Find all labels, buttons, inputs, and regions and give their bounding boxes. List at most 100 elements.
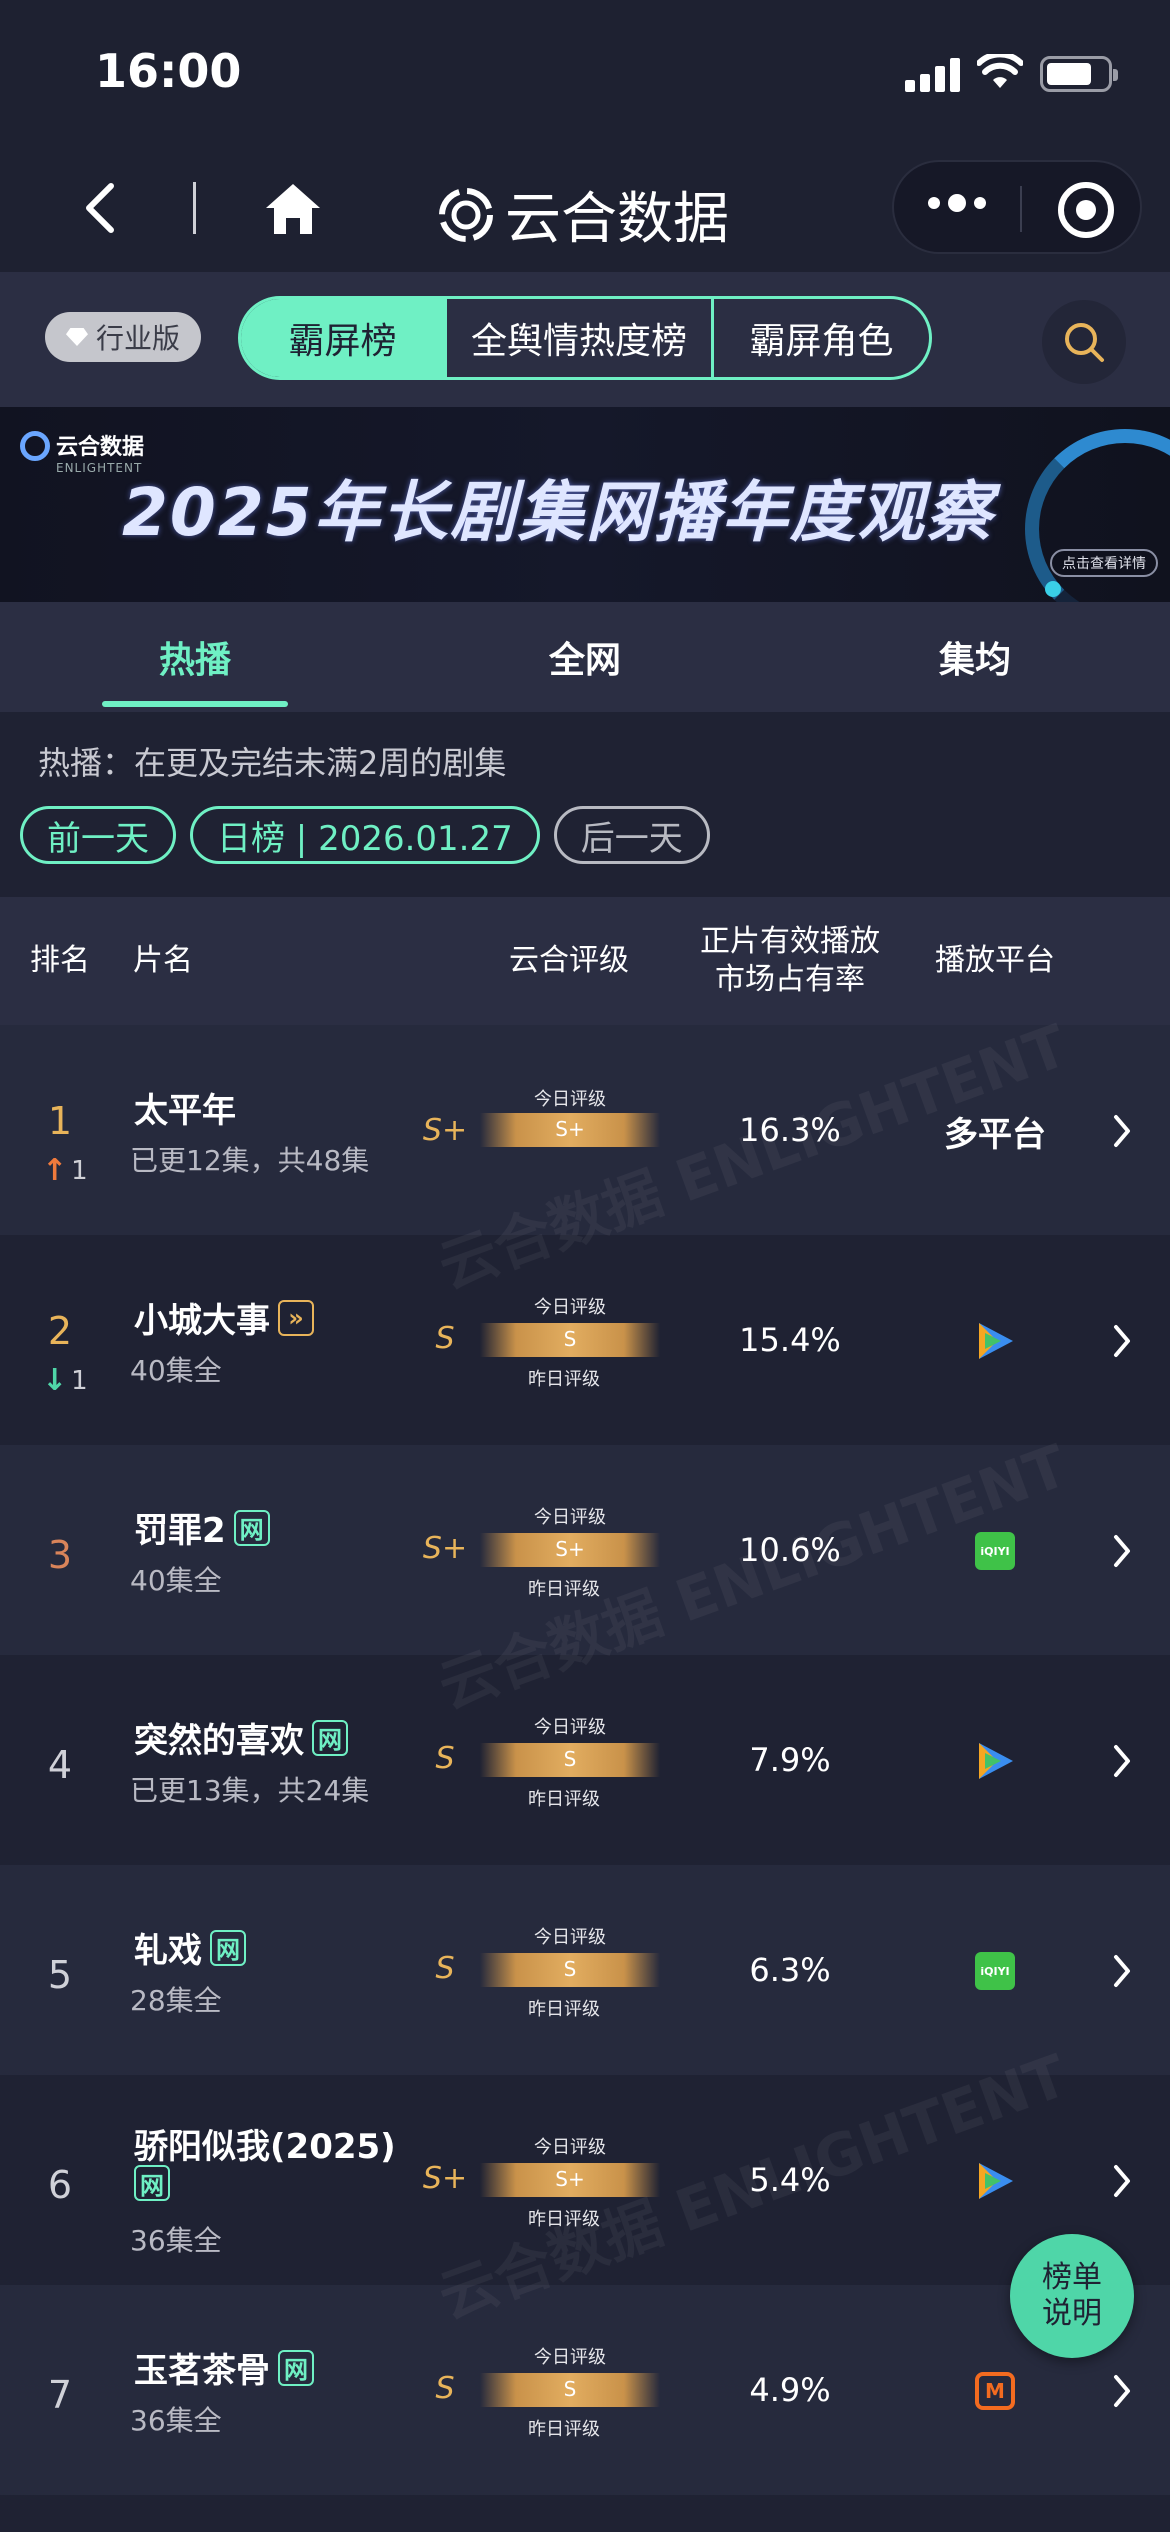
table-row[interactable]: 2 ↓ 1 小城大事» 40集全 S 今日评级 S 昨日评级 15.4% [0, 1235, 1170, 1445]
grade-today-caption: 今日评级 [534, 1089, 606, 1110]
banner-title: 2025年长剧集网播年度观察 [122, 474, 994, 551]
ranking-note: 热播：在更及完结未满2周的剧集 [38, 744, 507, 782]
rank-trend: ↓ 1 [42, 1363, 88, 1398]
date-nav: 前一天 日榜 | 2026.01.27 后一天 [20, 806, 710, 864]
brand-logo-icon [439, 187, 493, 242]
nav-bar: 云合数据 [0, 150, 1170, 272]
iqiyi-icon: iQIYI [975, 1952, 1015, 1990]
grade-label: S [435, 2371, 455, 2406]
drama-title: 玉茗茶骨 [134, 2351, 270, 2391]
platform-cell: M [920, 2367, 1070, 2415]
platform-cell [920, 1317, 1070, 1365]
ranking-explanation-button[interactable]: 榜单 说明 [1010, 2234, 1134, 2358]
rank-trend: ↑ 1 [42, 1153, 88, 1188]
arrow-down-icon: ↓ [42, 1363, 68, 1398]
grade-bar: S [480, 2373, 660, 2407]
table-row[interactable]: 4 突然的喜欢网已更13集，共24集 S 今日评级 S 昨日评级 7.9% [0, 1655, 1170, 1865]
col-rating: 云合评级 [509, 943, 629, 978]
grade-bar: S+ [480, 1533, 660, 1567]
rank-number: 5 [47, 1953, 73, 1997]
date-selector[interactable]: 日榜 | 2026.01.27 [190, 806, 540, 864]
grade-yesterday-caption: 昨日评级 [528, 1999, 600, 2020]
brand-logo-icon [20, 431, 50, 461]
episode-status: 已更13集，共24集 [130, 1774, 370, 1807]
episode-status: 已更12集，共48集 [130, 1144, 370, 1177]
episode-status: 40集全 [130, 1354, 222, 1387]
grade-label: S [435, 1951, 455, 1986]
chevron-right-icon[interactable] [1110, 1533, 1134, 1569]
status-bar: 16:00 [0, 0, 1170, 150]
market-share: 6.3% [749, 1951, 831, 1989]
chevron-right-icon[interactable] [1110, 1953, 1134, 1989]
tab-bapingbang[interactable]: 霸屏榜 [241, 299, 447, 377]
market-share: 4.9% [749, 2371, 831, 2409]
mini-program-capsule [892, 160, 1142, 254]
grade-today-caption: 今日评级 [534, 1927, 606, 1948]
toolbar: 行业版 霸屏榜 全舆情热度榜 霸屏角色 [0, 272, 1170, 407]
tab-all-network[interactable]: 全网 [390, 602, 780, 712]
table-row[interactable]: 5 轧戏网 28集全 S 今日评级 S 昨日评级 6.3% iQIYI [0, 1865, 1170, 2075]
platform-cell: iQIYI [920, 1947, 1070, 1995]
status-time: 16:00 [95, 44, 242, 98]
tab-public-opinion[interactable]: 全舆情热度榜 [447, 299, 714, 377]
tencent-video-icon [979, 1323, 1013, 1359]
episode-status: 36集全 [130, 2224, 222, 2257]
search-button[interactable] [1042, 300, 1126, 384]
tencent-video-icon [979, 2163, 1013, 2199]
rank-number: 3 [47, 1533, 73, 1577]
close-mini-program-icon[interactable] [1058, 182, 1114, 238]
home-icon[interactable] [262, 180, 324, 238]
grade-label: S [435, 1321, 455, 1356]
fast-forward-tag-icon: » [278, 1299, 314, 1336]
diamond-icon [65, 328, 88, 346]
rank-number: 2 [47, 1309, 73, 1353]
back-button[interactable] [70, 178, 130, 238]
arrow-up-icon: ↑ [42, 1153, 68, 1188]
drama-title: 突然的喜欢 [134, 1721, 304, 1761]
edition-badge[interactable]: 行业版 [45, 312, 201, 362]
table-row[interactable]: 7 玉茗茶骨网 36集全 S 今日评级 S 昨日评级 4.9% M [0, 2285, 1170, 2495]
promo-banner[interactable]: 云合数据 ENLIGHTENT 2025年长剧集网播年度观察 点击查看详情 [0, 407, 1170, 602]
chevron-right-icon[interactable] [1110, 1113, 1134, 1149]
nav-divider [193, 182, 196, 234]
rank-number: 4 [47, 1743, 73, 1787]
drama-title: 太平年 [134, 1091, 236, 1131]
network-drama-tag: 网 [312, 1719, 348, 1756]
chevron-left-icon [86, 183, 114, 233]
next-day-button[interactable]: 后一天 [553, 806, 710, 864]
chevron-right-icon[interactable] [1110, 1743, 1134, 1779]
wifi-icon [977, 54, 1023, 88]
app-title: 云合数据 [505, 187, 729, 252]
platform-cell [920, 2157, 1070, 2205]
banner-cta[interactable]: 点击查看详情 [1050, 549, 1158, 577]
grade-yesterday-caption: 昨日评级 [528, 1369, 600, 1390]
table-header: 排名 片名 云合评级 正片有效播放 市场占有率 播放平台 [0, 897, 1170, 1025]
grade-label: S+ [422, 2161, 468, 2196]
tab-episode-average[interactable]: 集均 [780, 602, 1170, 712]
chevron-right-icon[interactable] [1110, 2373, 1134, 2409]
drama-title: 轧戏 [134, 1931, 202, 1971]
drama-title: 小城大事 [134, 1301, 270, 1341]
network-drama-tag: 网 [134, 2165, 170, 2201]
grade-today-caption: 今日评级 [534, 2347, 606, 2368]
rank-number: 1 [47, 1099, 73, 1143]
drama-title: 罚罪2 [134, 1511, 226, 1551]
edition-label: 行业版 [95, 322, 180, 355]
tab-hot[interactable]: 热播 [0, 602, 390, 712]
episode-status: 28集全 [130, 1984, 222, 2017]
tab-roles[interactable]: 霸屏角色 [714, 299, 929, 377]
grade-label: S+ [422, 1113, 468, 1148]
tencent-video-icon [979, 1743, 1013, 1779]
prev-day-button[interactable]: 前一天 [20, 806, 176, 864]
drama-title: 骄阳似我(2025) [134, 2127, 396, 2167]
grade-label: S [435, 1741, 455, 1776]
grade-yesterday-caption: 昨日评级 [528, 2419, 600, 2440]
platform-cell [920, 1737, 1070, 1785]
cellular-signal-icon [905, 56, 961, 92]
chevron-right-icon[interactable] [1110, 2163, 1134, 2199]
rank-number: 6 [47, 2163, 73, 2207]
chevron-right-icon[interactable] [1110, 1323, 1134, 1359]
grade-today-caption: 今日评级 [534, 1297, 606, 1318]
grade-bar: S [480, 1743, 660, 1777]
more-button[interactable] [928, 194, 986, 212]
